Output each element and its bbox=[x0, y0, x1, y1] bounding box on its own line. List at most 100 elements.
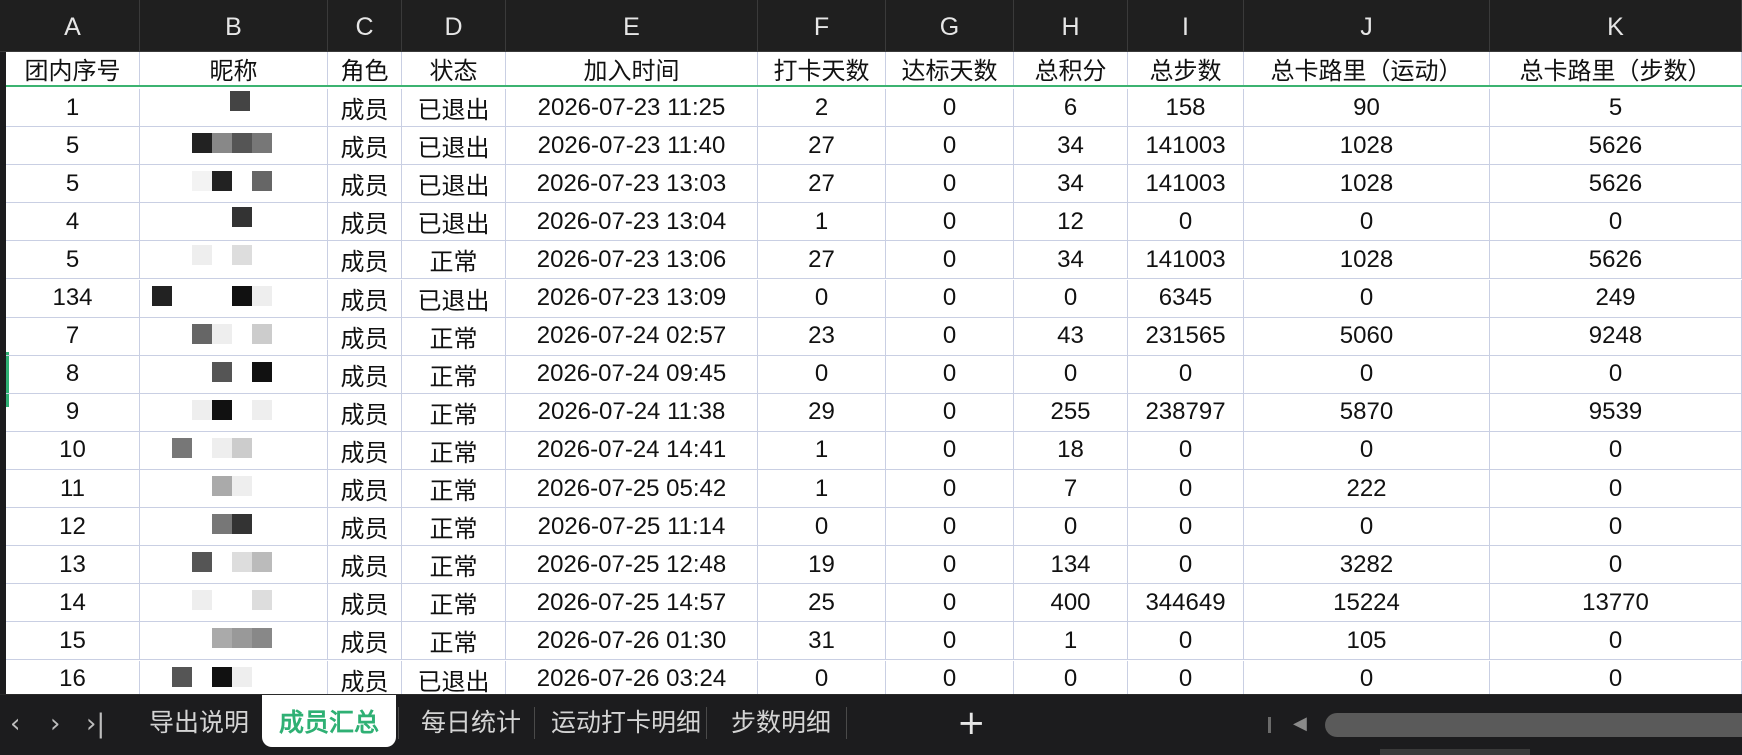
table-cell[interactable]: 0 bbox=[1490, 431, 1742, 470]
table-cell[interactable]: 0 bbox=[1128, 470, 1244, 509]
nickname-cell-redacted[interactable] bbox=[140, 317, 328, 356]
table-cell[interactable]: 正常 bbox=[402, 508, 506, 547]
table-cell[interactable]: 6 bbox=[1014, 89, 1128, 128]
table-cell[interactable]: 5 bbox=[6, 165, 140, 204]
table-cell[interactable]: 2026-07-25 05:42 bbox=[506, 470, 758, 509]
last-sheet-icon[interactable]: ›| bbox=[86, 709, 105, 739]
table-cell[interactable]: 正常 bbox=[402, 317, 506, 356]
table-cell[interactable]: 12 bbox=[1014, 203, 1128, 242]
table-cell[interactable]: 2026-07-24 02:57 bbox=[506, 317, 758, 356]
table-cell[interactable]: 已退出 bbox=[402, 279, 506, 318]
table-cell[interactable]: 正常 bbox=[402, 584, 506, 623]
column-header-k[interactable]: K bbox=[1490, 0, 1742, 51]
table-cell[interactable]: 27 bbox=[758, 165, 886, 204]
table-cell[interactable]: 1 bbox=[6, 89, 140, 128]
table-cell[interactable]: 成员 bbox=[328, 431, 402, 470]
table-cell[interactable]: 134 bbox=[6, 279, 140, 318]
table-cell[interactable]: 4 bbox=[6, 203, 140, 242]
table-cell[interactable]: 0 bbox=[886, 393, 1014, 432]
table-cell[interactable]: 9539 bbox=[1490, 393, 1742, 432]
table-cell[interactable]: 成员 bbox=[328, 622, 402, 661]
nickname-cell-redacted[interactable] bbox=[140, 470, 328, 509]
table-cell[interactable]: 0 bbox=[1128, 431, 1244, 470]
table-cell[interactable]: 5 bbox=[6, 241, 140, 280]
header-cell[interactable]: 状态 bbox=[402, 52, 506, 85]
table-cell[interactable]: 0 bbox=[886, 355, 1014, 394]
nickname-cell-redacted[interactable] bbox=[140, 279, 328, 318]
table-cell[interactable]: 13770 bbox=[1490, 584, 1742, 623]
table-cell[interactable]: 1 bbox=[758, 203, 886, 242]
sheet-tab-1[interactable]: 成员汇总 bbox=[262, 695, 396, 747]
table-cell[interactable]: 19 bbox=[758, 546, 886, 585]
table-cell[interactable]: 13 bbox=[6, 546, 140, 585]
table-cell[interactable]: 14 bbox=[6, 584, 140, 623]
table-cell[interactable]: 成员 bbox=[328, 241, 402, 280]
horizontal-scrollbar-thumb[interactable] bbox=[1325, 713, 1742, 737]
table-cell[interactable]: 18 bbox=[1014, 431, 1128, 470]
table-cell[interactable]: 0 bbox=[886, 508, 1014, 547]
column-header-h[interactable]: H bbox=[1014, 0, 1128, 51]
table-cell[interactable]: 0 bbox=[1490, 470, 1742, 509]
add-sheet-button[interactable]: + bbox=[957, 703, 986, 743]
table-cell[interactable]: 正常 bbox=[402, 355, 506, 394]
prev-sheet-icon[interactable]: ‹ bbox=[10, 709, 20, 739]
table-cell[interactable]: 0 bbox=[886, 470, 1014, 509]
nickname-cell-redacted[interactable] bbox=[140, 203, 328, 242]
table-cell[interactable]: 正常 bbox=[402, 241, 506, 280]
table-cell[interactable]: 0 bbox=[1244, 660, 1490, 694]
column-header-j[interactable]: J bbox=[1244, 0, 1490, 51]
table-cell[interactable]: 400 bbox=[1014, 584, 1128, 623]
table-cell[interactable]: 正常 bbox=[402, 393, 506, 432]
nickname-cell-redacted[interactable] bbox=[140, 89, 328, 128]
table-cell[interactable]: 1028 bbox=[1244, 127, 1490, 166]
table-cell[interactable]: 0 bbox=[1490, 660, 1742, 694]
nickname-cell-redacted[interactable] bbox=[140, 660, 328, 694]
table-cell[interactable]: 2026-07-25 11:14 bbox=[506, 508, 758, 547]
table-cell[interactable]: 105 bbox=[1244, 622, 1490, 661]
table-cell[interactable]: 16 bbox=[6, 660, 140, 694]
table-cell[interactable]: 成员 bbox=[328, 127, 402, 166]
table-cell[interactable]: 0 bbox=[1490, 546, 1742, 585]
column-header-a[interactable]: A bbox=[6, 0, 140, 51]
table-cell[interactable]: 0 bbox=[1128, 546, 1244, 585]
table-cell[interactable]: 0 bbox=[758, 508, 886, 547]
sheet-tab-4[interactable]: 步数明细 bbox=[718, 695, 844, 747]
table-cell[interactable]: 29 bbox=[758, 393, 886, 432]
nickname-cell-redacted[interactable] bbox=[140, 546, 328, 585]
table-cell[interactable]: 222 bbox=[1244, 470, 1490, 509]
table-cell[interactable]: 27 bbox=[758, 127, 886, 166]
table-cell[interactable]: 0 bbox=[886, 660, 1014, 694]
header-cell[interactable]: 加入时间 bbox=[506, 52, 758, 85]
table-cell[interactable]: 成员 bbox=[328, 89, 402, 128]
table-cell[interactable]: 0 bbox=[1014, 279, 1128, 318]
table-cell[interactable]: 成员 bbox=[328, 279, 402, 318]
column-header-d[interactable]: D bbox=[402, 0, 506, 51]
table-cell[interactable]: 0 bbox=[1244, 508, 1490, 547]
table-cell[interactable]: 25 bbox=[758, 584, 886, 623]
table-cell[interactable]: 5870 bbox=[1244, 393, 1490, 432]
table-cell[interactable]: 134 bbox=[1014, 546, 1128, 585]
table-cell[interactable]: 11 bbox=[6, 470, 140, 509]
next-sheet-icon[interactable]: › bbox=[50, 709, 60, 739]
header-cell[interactable]: 角色 bbox=[328, 52, 402, 85]
table-cell[interactable]: 8 bbox=[6, 355, 140, 394]
table-cell[interactable]: 0 bbox=[758, 660, 886, 694]
nickname-cell-redacted[interactable] bbox=[140, 165, 328, 204]
table-cell[interactable]: 2026-07-26 01:30 bbox=[506, 622, 758, 661]
header-cell[interactable]: 总积分 bbox=[1014, 52, 1128, 85]
table-cell[interactable]: 成员 bbox=[328, 203, 402, 242]
table-cell[interactable]: 0 bbox=[886, 203, 1014, 242]
table-cell[interactable]: 成员 bbox=[328, 546, 402, 585]
table-cell[interactable]: 0 bbox=[758, 279, 886, 318]
table-cell[interactable]: 9248 bbox=[1490, 317, 1742, 356]
header-cell[interactable]: 达标天数 bbox=[886, 52, 1014, 85]
table-cell[interactable]: 0 bbox=[1244, 279, 1490, 318]
table-cell[interactable]: 141003 bbox=[1128, 165, 1244, 204]
table-cell[interactable]: 27 bbox=[758, 241, 886, 280]
table-cell[interactable]: 2026-07-23 13:03 bbox=[506, 165, 758, 204]
table-cell[interactable]: 7 bbox=[1014, 470, 1128, 509]
header-cell[interactable]: 昵称 bbox=[140, 52, 328, 85]
table-cell[interactable]: 23 bbox=[758, 317, 886, 356]
table-cell[interactable]: 已退出 bbox=[402, 165, 506, 204]
table-cell[interactable]: 5 bbox=[1490, 89, 1742, 128]
